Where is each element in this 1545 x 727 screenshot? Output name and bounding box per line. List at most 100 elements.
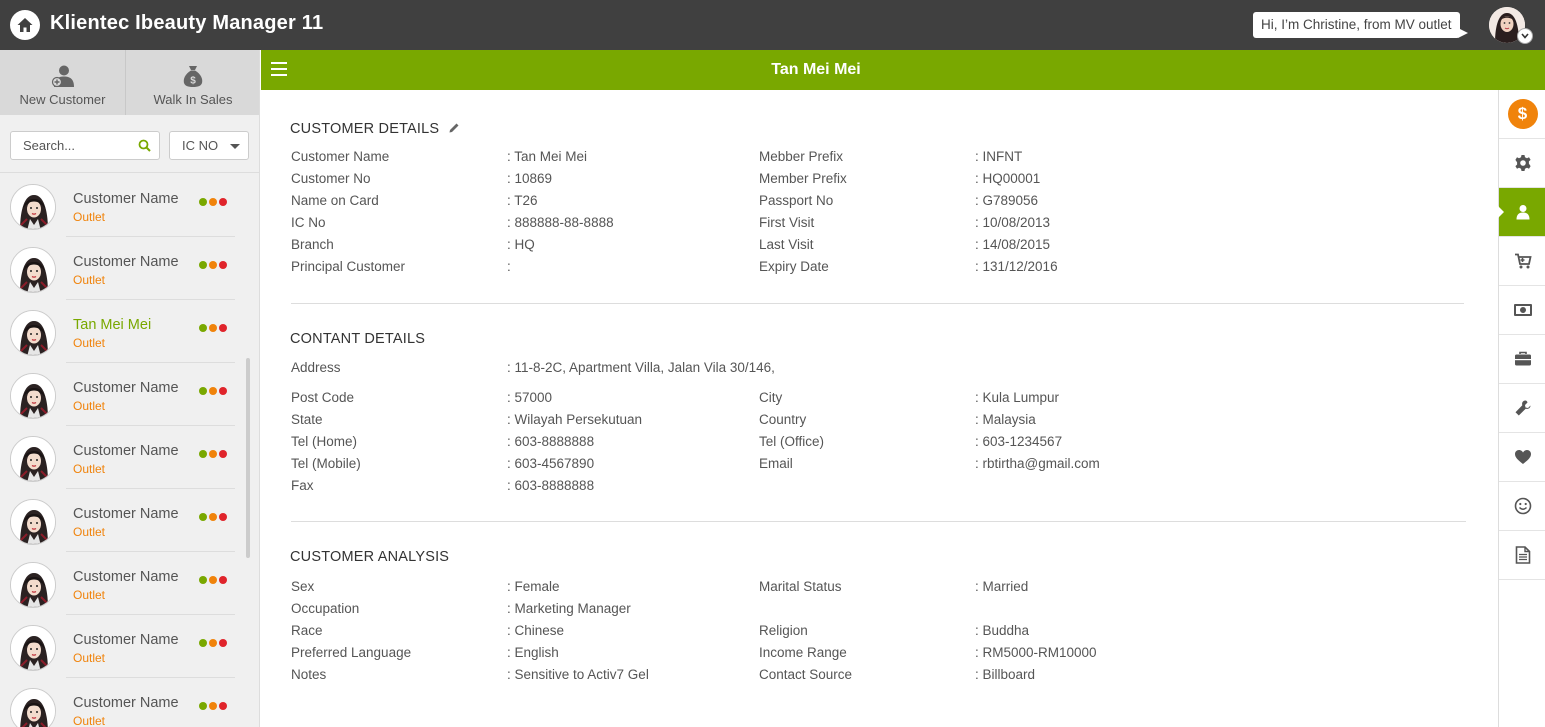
home-button[interactable] <box>10 10 40 40</box>
customer-avatar <box>10 562 56 608</box>
status-dot <box>209 702 217 710</box>
details-field-value: : HQ <box>507 237 535 252</box>
search-filter-select[interactable]: IC NO <box>169 131 249 160</box>
app-title: Klientec Ibeauty Manager 11 <box>50 12 324 34</box>
top-bar: Klientec Ibeauty Manager 11 Hi, I’m Chri… <box>0 0 1545 50</box>
customer-name: Customer Name <box>73 632 179 648</box>
status-dot <box>219 450 227 458</box>
contact-field-label: Tel (Home) <box>291 434 358 449</box>
page-title: Tan Mei Mei <box>771 61 861 78</box>
sidebar-scrollbar[interactable] <box>246 358 250 558</box>
status-dot <box>209 324 217 332</box>
customer-list-item[interactable]: Customer Name Outlet <box>0 678 250 727</box>
customer-outlet: Outlet <box>73 525 106 539</box>
walk-in-sales-button[interactable]: $ Walk In Sales <box>126 50 259 115</box>
analysis-field-value: : English <box>507 645 559 660</box>
analysis-field-value: : RM5000-RM10000 <box>975 645 1097 660</box>
customer-analysis-heading: CUSTOMER ANALYSIS <box>290 549 450 565</box>
status-dot <box>219 261 227 269</box>
status-dots <box>199 576 227 584</box>
customer-outlet: Outlet <box>73 210 106 224</box>
details-field-label: Name on Card <box>291 193 379 208</box>
customer-outlet: Outlet <box>73 651 106 665</box>
analysis-field-label: Religion <box>759 623 808 638</box>
customer-list-item[interactable]: Customer Name Outlet <box>0 174 250 237</box>
customer-outlet: Outlet <box>73 714 106 727</box>
chevron-down-icon <box>1521 33 1529 39</box>
rail-feedback-button[interactable] <box>1499 482 1545 531</box>
rail-settings-button[interactable] <box>1499 139 1545 188</box>
customer-list-item[interactable]: Customer Name Outlet <box>0 363 250 426</box>
customer-avatar <box>10 688 56 727</box>
rail-profile-button[interactable] <box>1498 188 1545 237</box>
customer-avatar <box>10 625 56 671</box>
status-dot <box>219 387 227 395</box>
rail-favorites-button[interactable] <box>1499 433 1545 482</box>
customer-name: Customer Name <box>73 254 179 270</box>
address-label: Address <box>291 360 341 375</box>
search-input[interactable] <box>11 132 131 159</box>
add-user-icon <box>51 65 74 88</box>
gear-icon <box>1514 155 1531 171</box>
contact-field-value: : Malaysia <box>975 412 1036 427</box>
rail-packages-button[interactable] <box>1499 335 1545 384</box>
analysis-field-value: : Female <box>507 579 560 594</box>
rail-payment-button[interactable] <box>1499 286 1545 335</box>
contact-field-label: Tel (Mobile) <box>291 456 361 471</box>
details-field-value: : 10/08/2013 <box>975 215 1051 230</box>
details-field-value: : 888888-88-8888 <box>507 215 614 230</box>
details-field-value: : 10869 <box>507 171 553 186</box>
status-dot <box>199 639 207 647</box>
status-dot <box>209 450 217 458</box>
rail-services-button[interactable] <box>1499 384 1545 433</box>
analysis-field-label: Income Range <box>759 645 847 660</box>
status-dot <box>219 576 227 584</box>
rail-sales-button[interactable]: $ <box>1499 90 1545 139</box>
customer-list-item[interactable]: Customer Name Outlet <box>0 426 250 489</box>
user-menu-chevron[interactable] <box>1517 28 1533 44</box>
contact-field-label: Country <box>759 412 807 427</box>
status-dots <box>199 450 227 458</box>
contact-field-label: Fax <box>291 478 314 493</box>
heart-icon <box>1514 450 1531 464</box>
status-dot <box>199 261 207 269</box>
status-dot <box>219 324 227 332</box>
customer-list: Customer Name Outlet Customer Name Outlet Ta… <box>0 174 250 727</box>
details-field-label: Customer Name <box>291 149 390 164</box>
customer-avatar <box>10 247 56 293</box>
briefcase-icon <box>1514 351 1531 366</box>
customer-outlet: Outlet <box>73 399 106 413</box>
status-dot <box>209 576 217 584</box>
details-field-value: : 131/12/2016 <box>975 259 1058 274</box>
user-icon <box>1516 205 1529 220</box>
status-dot <box>199 513 207 521</box>
pencil-icon[interactable] <box>448 122 460 134</box>
new-customer-button[interactable]: New Customer <box>0 50 126 115</box>
status-dot <box>219 198 227 206</box>
rail-cart-button[interactable] <box>1499 237 1545 286</box>
customer-outlet: Outlet <box>73 273 106 287</box>
customer-list-item[interactable]: Customer Name Outlet <box>0 552 250 615</box>
customer-list-item[interactable]: Tan Mei Mei Outlet <box>0 300 250 363</box>
customer-list-item[interactable]: Customer Name Outlet <box>0 615 250 678</box>
customer-list-item[interactable]: Customer Name Outlet <box>0 237 250 300</box>
search-icon[interactable] <box>138 139 151 152</box>
status-dots <box>199 702 227 710</box>
contact-field-label: Post Code <box>291 390 355 405</box>
status-dot <box>219 702 227 710</box>
rail-notes-button[interactable] <box>1499 531 1545 580</box>
details-field-label: IC No <box>291 215 326 230</box>
customer-profile-panel: CUSTOMER DETAILS CONTANT DETAILS Address… <box>261 90 1498 727</box>
customer-outlet: Outlet <box>73 462 106 476</box>
address-value: : 11-8-2C, Apartment Villa, Jalan Vila 3… <box>507 360 775 375</box>
customer-name: Tan Mei Mei <box>73 317 152 333</box>
status-dot <box>209 639 217 647</box>
details-field-value: : INFNT <box>975 149 1023 164</box>
status-dots <box>199 387 227 395</box>
status-dot <box>219 513 227 521</box>
analysis-field-label: Sex <box>291 579 315 594</box>
customer-list-item[interactable]: Customer Name Outlet <box>0 489 250 552</box>
walk-in-sales-label: Walk In Sales <box>153 92 233 107</box>
wrench-icon <box>1515 400 1530 416</box>
customer-avatar <box>10 436 56 482</box>
